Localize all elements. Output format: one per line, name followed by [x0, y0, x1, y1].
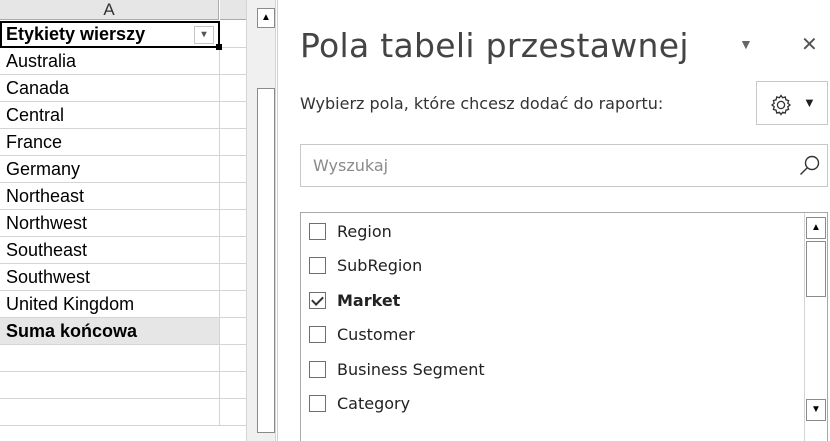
cell-b[interactable] — [220, 21, 246, 48]
field-item-subregion[interactable]: SubRegion — [309, 252, 422, 280]
filter-dropdown-button[interactable]: ▾ — [194, 26, 214, 44]
pivot-data-row: France — [0, 129, 246, 156]
cell-b[interactable] — [220, 48, 246, 75]
cell-b[interactable] — [220, 372, 246, 399]
pivot-rows: Australia Canada Central France Germany North… — [0, 48, 246, 318]
field-checkbox[interactable] — [309, 360, 326, 378]
row-label-cell[interactable]: Canada — [0, 75, 220, 102]
pivot-data-row: Northwest — [0, 210, 246, 237]
field-label: SubRegion — [337, 256, 423, 275]
field-label: Region — [337, 221, 392, 241]
row-label-cell[interactable]: Northeast — [0, 183, 220, 210]
field-checkbox[interactable] — [309, 291, 326, 309]
pivot-data-row: United Kingdom — [0, 291, 246, 318]
field-label: Business Segment — [337, 359, 485, 379]
cell-b[interactable] — [220, 210, 246, 237]
cell-b[interactable] — [220, 318, 246, 345]
fill-handle[interactable] — [216, 44, 222, 50]
field-checkbox[interactable] — [309, 395, 326, 412]
pivot-data-row: Canada — [0, 75, 246, 102]
cell-b[interactable] — [220, 129, 246, 156]
field-checkbox[interactable] — [309, 222, 326, 240]
field-list-scrollbar[interactable]: ▲ ▼ — [804, 213, 827, 441]
row-label-cell[interactable]: Southwest — [0, 264, 220, 291]
close-icon[interactable]: ✕ — [801, 32, 818, 57]
pane-title: Pola tabeli przestawnej — [300, 26, 689, 65]
row-label-cell[interactable]: France — [0, 129, 220, 156]
cell-b[interactable] — [220, 237, 246, 264]
empty-cell[interactable] — [0, 399, 220, 426]
cell-b[interactable] — [220, 345, 246, 372]
cell-b[interactable] — [220, 75, 246, 102]
field-item-region[interactable]: Region — [309, 217, 392, 245]
cell-b[interactable] — [220, 102, 246, 129]
pivot-row-labels-cell[interactable]: Etykiety wierszy ▾ — [0, 21, 220, 48]
pivot-header-row: Etykiety wierszy ▾ — [0, 21, 246, 48]
cell-b[interactable] — [220, 291, 246, 318]
field-item-market[interactable]: Market — [309, 286, 400, 314]
pivot-data-row: Southeast — [0, 237, 246, 264]
chevron-down-icon[interactable]: ▼ — [739, 36, 753, 52]
scroll-thumb[interactable] — [806, 241, 826, 297]
empty-cell[interactable] — [0, 372, 220, 399]
row-label-cell[interactable]: Central — [0, 102, 220, 129]
sheet-vertical-scrollbar[interactable]: ▲ — [246, 0, 276, 441]
column-header-b[interactable] — [220, 0, 246, 20]
row-label-cell[interactable]: United Kingdom — [0, 291, 220, 318]
row-label-cell[interactable]: Australia — [0, 48, 220, 75]
pivot-data-row: Central — [0, 102, 246, 129]
search-icon[interactable] — [798, 154, 822, 178]
field-label: Customer — [337, 325, 415, 344]
field-item-customer[interactable]: Customer — [309, 321, 415, 349]
scroll-up-arrow-icon[interactable]: ▲ — [257, 8, 275, 28]
scroll-down-arrow-icon[interactable]: ▼ — [806, 399, 826, 421]
cell-b[interactable] — [220, 183, 246, 210]
pivot-data-row: Southwest — [0, 264, 246, 291]
empty-row — [0, 345, 246, 372]
empty-row — [0, 372, 246, 399]
scroll-up-arrow-icon[interactable]: ▲ — [806, 217, 826, 239]
pivot-data-row: Germany — [0, 156, 246, 183]
field-checkbox[interactable] — [309, 257, 326, 274]
gear-icon — [770, 94, 792, 116]
field-list: Region SubRegion Market Customer Business Se… — [300, 212, 828, 441]
field-item-business-segment[interactable]: Business Segment — [309, 355, 485, 383]
grand-total-cell[interactable]: Suma końcowa — [0, 318, 220, 345]
field-settings-button[interactable]: ▼ — [756, 81, 828, 125]
pivot-data-row: Northeast — [0, 183, 246, 210]
field-label: Category — [337, 394, 411, 413]
scroll-thumb[interactable] — [257, 88, 275, 433]
cell-b[interactable] — [220, 156, 246, 183]
search-box — [300, 144, 828, 187]
spreadsheet-grid: A Etykiety wierszy ▾ Australia Canada Cent… — [0, 0, 246, 441]
column-header-a[interactable]: A — [0, 0, 219, 20]
cell-b[interactable] — [220, 399, 246, 426]
search-input[interactable] — [301, 145, 771, 186]
row-label-cell[interactable]: Northwest — [0, 210, 220, 237]
field-checkbox[interactable] — [309, 326, 326, 343]
field-item-category[interactable]: Category — [309, 390, 410, 418]
cell-b[interactable] — [220, 264, 246, 291]
chevron-down-icon: ▼ — [803, 95, 816, 110]
row-label-cell[interactable]: Southeast — [0, 237, 220, 264]
pivot-row-labels-text: Etykiety wierszy — [6, 24, 146, 44]
empty-cell[interactable] — [0, 345, 220, 372]
pivot-total-row: Suma końcowa — [0, 318, 246, 345]
choose-fields-label: Wybierz pola, które chcesz dodać do rapo… — [300, 94, 664, 113]
row-label-cell[interactable]: Germany — [0, 156, 220, 183]
field-label: Market — [337, 290, 401, 310]
pivot-fields-pane: Pola tabeli przestawnej ▼ ✕ Wybierz pola… — [277, 0, 830, 441]
pivot-data-row: Australia — [0, 48, 246, 75]
cell-area: Etykiety wierszy ▾ Australia Canada Centra… — [0, 21, 246, 426]
empty-rows — [0, 345, 246, 426]
empty-row — [0, 399, 246, 426]
